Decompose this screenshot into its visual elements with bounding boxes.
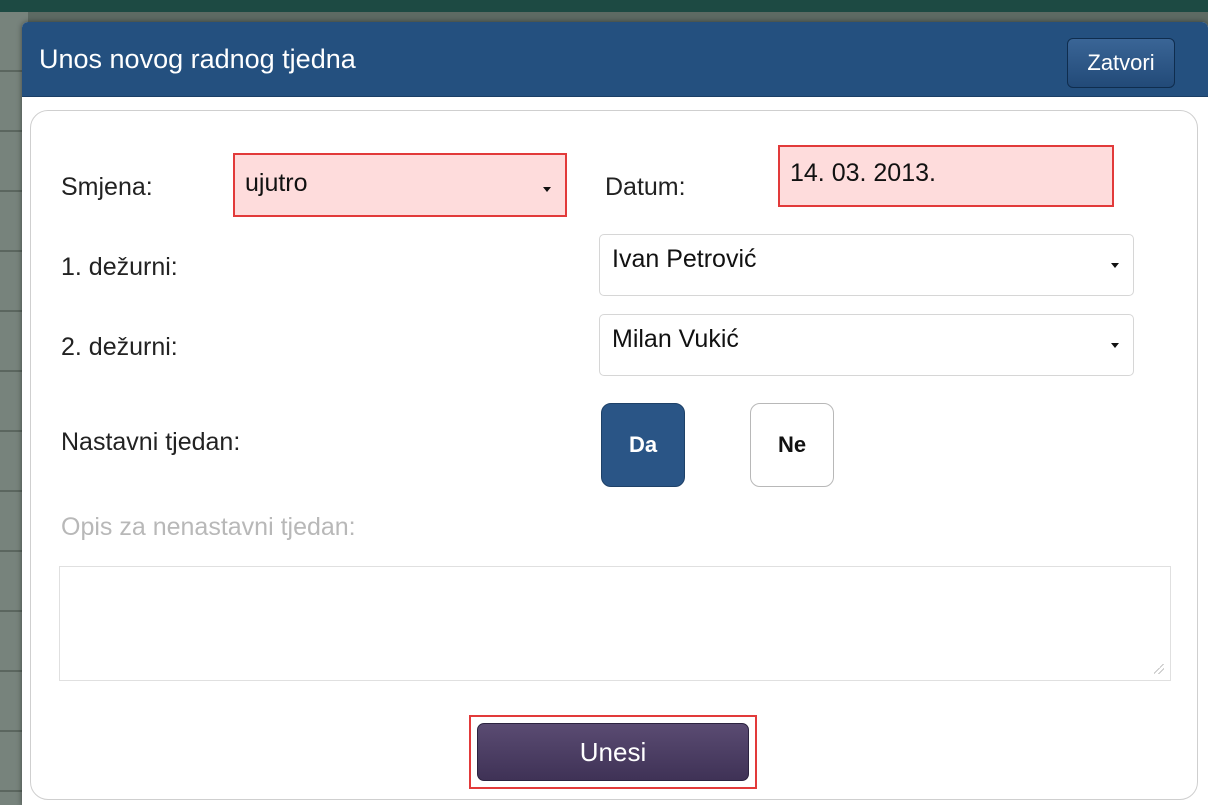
duty1-select-value: Ivan Petrović: [612, 245, 757, 273]
resize-handle-icon[interactable]: [1154, 664, 1164, 674]
dialog-title: Unos novog radnog tjedna: [39, 44, 356, 74]
teaching-week-yes-button[interactable]: Da: [601, 403, 685, 487]
chevron-down-icon: [543, 187, 551, 192]
date-label: Datum:: [605, 173, 686, 201]
shift-label: Smjena:: [61, 173, 153, 201]
dialog-titlebar: Unos novog radnog tjedna Zatvori: [22, 22, 1208, 97]
duty2-select-value: Milan Vukić: [612, 325, 739, 353]
date-input[interactable]: 14. 03. 2013.: [778, 145, 1114, 207]
chevron-down-icon: [1111, 343, 1119, 348]
background-top-bar: [0, 0, 1208, 12]
teaching-week-label: Nastavni tjedan:: [61, 428, 241, 456]
description-textarea[interactable]: [59, 566, 1171, 681]
duty1-label: 1. dežurni:: [61, 253, 178, 281]
submit-highlight: Unesi: [469, 715, 757, 789]
shift-select-value: ujutro: [245, 169, 308, 197]
duty1-select[interactable]: Ivan Petrović: [599, 234, 1134, 296]
duty2-select[interactable]: Milan Vukić: [599, 314, 1134, 376]
duty2-label: 2. dežurni:: [61, 333, 178, 361]
submit-button[interactable]: Unesi: [477, 723, 749, 781]
date-input-value: 14. 03. 2013.: [790, 159, 936, 187]
teaching-week-no-button[interactable]: Ne: [750, 403, 834, 487]
chevron-down-icon: [1111, 263, 1119, 268]
new-work-week-dialog: Unos novog radnog tjedna Zatvori Smjena:…: [22, 22, 1208, 805]
close-button[interactable]: Zatvori: [1067, 38, 1175, 88]
form-panel: Smjena: ujutro Datum: 14. 03. 2013. 1. d…: [30, 110, 1198, 800]
shift-select[interactable]: ujutro: [233, 153, 567, 217]
description-label: Opis za nenastavni tjedan:: [61, 513, 356, 541]
